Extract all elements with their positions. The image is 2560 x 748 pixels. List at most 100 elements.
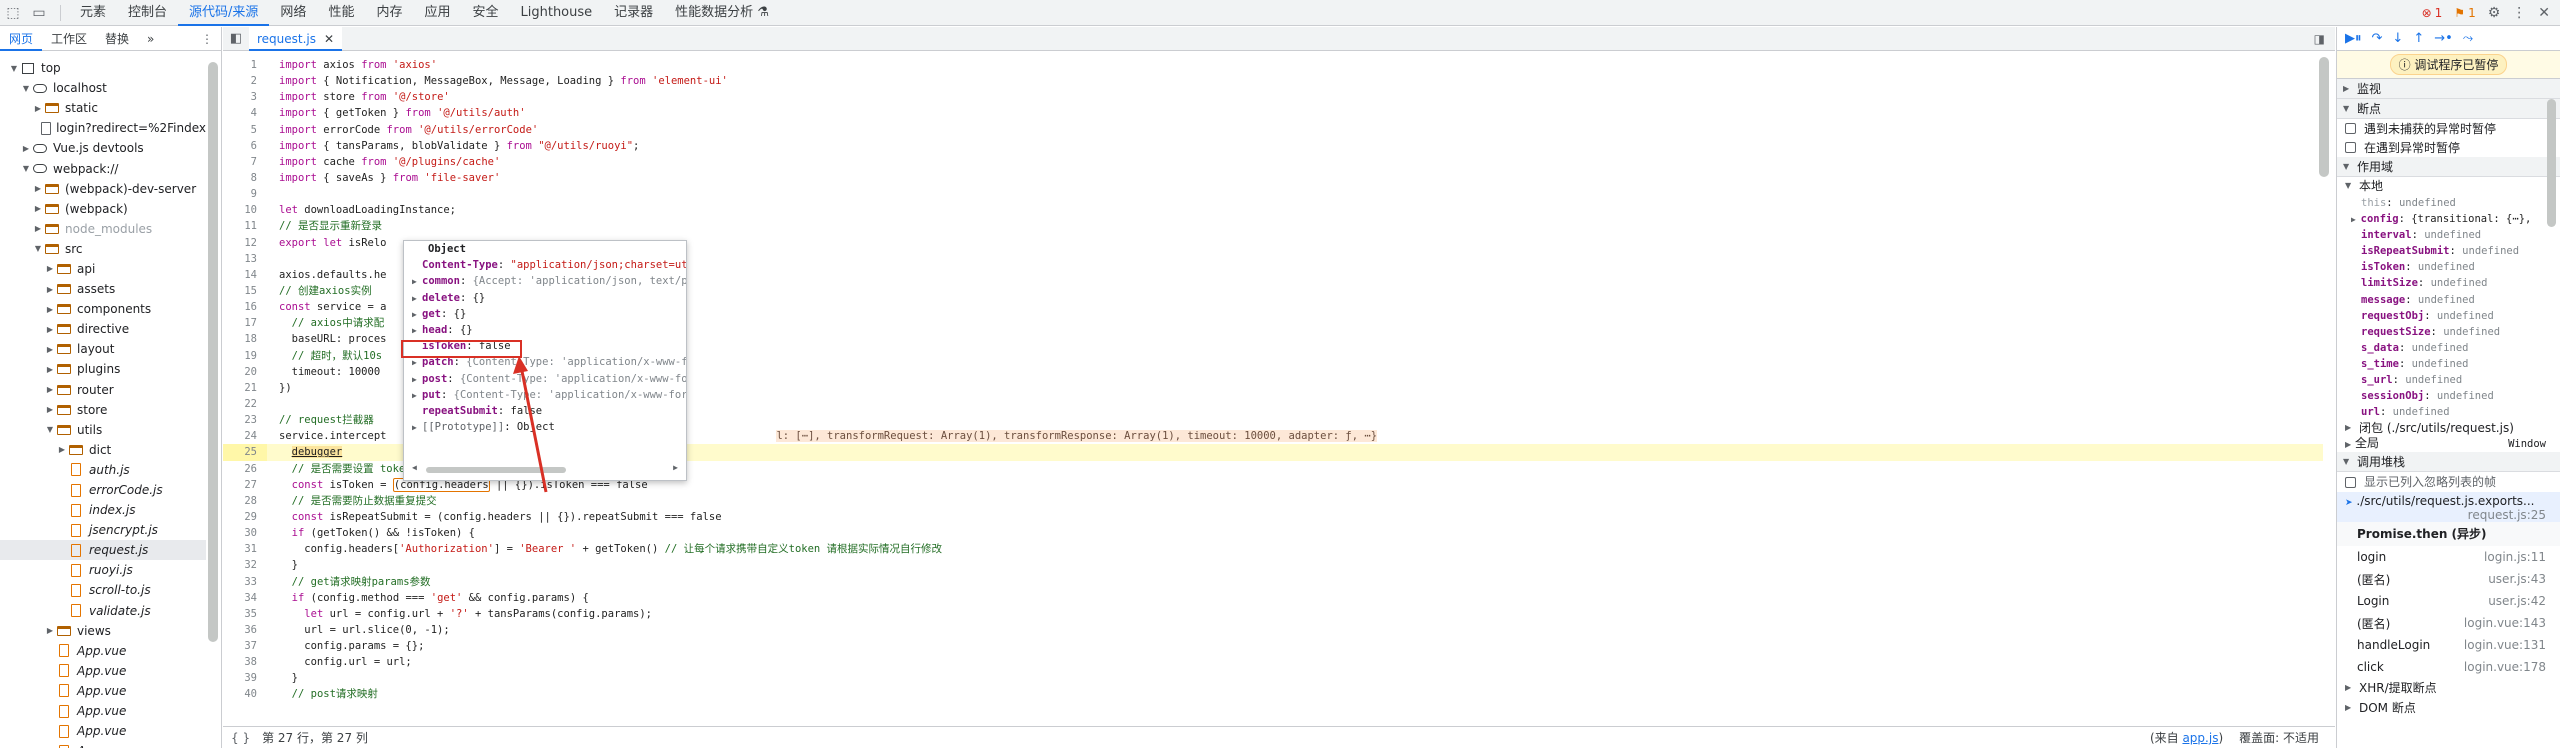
line-number[interactable]: 19 <box>223 348 267 364</box>
pause-uncaught-option[interactable]: 遇到未捕获的异常时暂停 <box>2337 119 2560 138</box>
popover-property-row[interactable]: ▶ put: {Content-Type: 'application/x-www-… <box>404 387 686 403</box>
line-number[interactable]: 36 <box>223 622 267 638</box>
scope-variable[interactable]: s_data: undefined <box>2337 340 2560 356</box>
tree-item[interactable]: ▶ router <box>0 380 206 400</box>
scope-variable[interactable]: limitSize: undefined <box>2337 275 2560 291</box>
tree-item[interactable]: ▶ api <box>0 259 206 279</box>
scope-variable[interactable]: message: undefined <box>2337 292 2560 308</box>
code-line[interactable]: 32 } <box>223 557 2323 573</box>
line-number[interactable]: 32 <box>223 557 267 573</box>
step-out-icon[interactable]: ↑ <box>2413 31 2424 46</box>
tree-item[interactable]: ▶ directive <box>0 319 206 339</box>
panel-tab[interactable]: 记录器 <box>603 0 664 26</box>
tree-item[interactable]: auth.js <box>0 460 206 480</box>
tree-item[interactable]: ▶ components <box>0 299 206 319</box>
scroll-left-icon[interactable]: ◀ <box>412 463 417 472</box>
panel-tab[interactable]: 元素 <box>69 0 117 26</box>
line-number[interactable]: 31 <box>223 541 267 557</box>
scope-variable[interactable]: sessionObj: undefined <box>2337 388 2560 404</box>
tree-item[interactable]: ▶ plugins <box>0 359 206 379</box>
scope-local[interactable]: ▼ 本地 <box>2337 177 2560 195</box>
popover-hscrollbar[interactable]: ◀ ▶ <box>412 463 678 474</box>
pause-caught-checkbox[interactable] <box>2345 142 2356 153</box>
show-ignored-frames-option[interactable]: 显示已列入忽略列表的帧 <box>2337 472 2560 492</box>
callstack-frame[interactable]: Login user.js:42 <box>2337 590 2560 612</box>
line-number[interactable]: 11 <box>223 218 267 234</box>
popover-property-row[interactable]: ▶ delete: {} <box>404 290 686 306</box>
code-line[interactable]: 1 import axios from 'axios' <box>223 57 2323 73</box>
error-count-badge[interactable]: ⊗ 1 <box>2422 6 2443 20</box>
warning-count-badge[interactable]: ⚑ 1 <box>2454 6 2475 20</box>
code-line[interactable]: 2 import { Notification, MessageBox, Mess… <box>223 73 2323 89</box>
tree-item[interactable]: ▼ webpack:// <box>0 158 206 178</box>
tree-item[interactable]: ▶ Vue.js devtools <box>0 138 206 158</box>
line-number[interactable]: 15 <box>223 283 267 299</box>
show-ignored-frames-checkbox[interactable] <box>2345 476 2356 488</box>
line-number[interactable]: 13 <box>223 251 267 267</box>
line-number[interactable]: 28 <box>223 493 267 509</box>
line-number[interactable]: 24 <box>223 428 267 444</box>
source-origin-link[interactable]: app.js <box>2182 731 2218 745</box>
line-number[interactable]: 14 <box>223 267 267 283</box>
popover-property-row[interactable]: ▶ [[Prototype]]: Object <box>404 419 686 435</box>
popover-property-row[interactable]: ▶ post: {Content-Type: 'application/x-www… <box>404 371 686 387</box>
panel-tab[interactable]: 源代码/来源 <box>178 0 270 26</box>
close-tab-icon[interactable]: ✕ <box>324 27 334 49</box>
tree-item[interactable]: ▼ localhost <box>0 78 206 98</box>
line-number[interactable]: 2 <box>223 73 267 89</box>
tree-item[interactable]: scroll-to.js <box>0 580 206 600</box>
tree-item[interactable]: login?redirect=%2Findex <box>0 118 206 138</box>
line-number[interactable]: 7 <box>223 154 267 170</box>
callstack-frame[interactable]: login login.js:11 <box>2337 546 2560 568</box>
line-number[interactable]: 5 <box>223 122 267 138</box>
popover-property-row[interactable]: ▶ head: {} <box>404 322 686 338</box>
tree-item[interactable]: App.vue <box>0 741 206 748</box>
popover-property-row[interactable]: ▶ common: {Accept: 'application/json, tex… <box>404 273 686 289</box>
navigator-scrollbar[interactable] <box>208 62 218 642</box>
tree-item[interactable]: ▶ (webpack)-dev-server <box>0 179 206 199</box>
code-line[interactable]: 8 import { saveAs } from 'file-saver' <box>223 170 2323 186</box>
code-line[interactable]: 10 let downloadLoadingInstance; <box>223 202 2323 218</box>
code-line[interactable]: 11 // 是否显示重新登录 <box>223 218 2323 234</box>
line-number[interactable]: 30 <box>223 525 267 541</box>
scope-variable[interactable]: interval: undefined <box>2337 227 2560 243</box>
code-line[interactable]: 7 import cache from '@/plugins/cache' <box>223 154 2323 170</box>
tree-item[interactable]: App.vue <box>0 701 206 721</box>
section-xhr-breakpoints[interactable]: ▶ XHR/提取断点 <box>2337 678 2560 698</box>
tree-item[interactable]: ▶ dict <box>0 440 206 460</box>
code-line[interactable]: 34 if (config.method === 'get' && config… <box>223 590 2323 606</box>
line-number[interactable]: 4 <box>223 105 267 121</box>
panel-tab[interactable]: 内存 <box>365 0 413 26</box>
scope-variable[interactable]: s_time: undefined <box>2337 356 2560 372</box>
callstack-frame[interactable]: (匿名) login.vue:143 <box>2337 612 2560 634</box>
code-line[interactable]: 39 } <box>223 670 2323 686</box>
inspect-element-icon[interactable]: ⬚ <box>0 0 26 26</box>
resume-icon[interactable]: ▶⏸ <box>2345 31 2362 46</box>
step-into-icon[interactable]: ↓ <box>2392 31 2403 46</box>
line-number[interactable]: 21 <box>223 380 267 396</box>
code-line[interactable]: 38 config.url = url; <box>223 654 2323 670</box>
code-line[interactable]: 35 let url = config.url + '?' + tansPara… <box>223 606 2323 622</box>
tree-item[interactable]: ▶ node_modules <box>0 219 206 239</box>
tree-item[interactable]: request.js <box>0 540 206 561</box>
step-over-icon[interactable]: ↷ <box>2372 31 2383 46</box>
panel-tab[interactable]: Lighthouse <box>510 0 604 26</box>
code-line[interactable]: 33 // get请求映射params参数 <box>223 574 2323 590</box>
tree-item[interactable]: errorCode.js <box>0 480 206 500</box>
code-line[interactable]: 6 import { tansParams, blobValidate } fro… <box>223 138 2323 154</box>
section-callstack[interactable]: ▼ 调用堆栈 <box>2337 452 2560 473</box>
line-number[interactable]: 18 <box>223 331 267 347</box>
line-number[interactable]: 8 <box>223 170 267 186</box>
scope-variable[interactable]: requestSize: undefined <box>2337 324 2560 340</box>
line-number[interactable]: 37 <box>223 638 267 654</box>
tree-item[interactable]: App.vue <box>0 641 206 661</box>
code-line[interactable]: 30 if (getToken() && !isToken) { <box>223 525 2323 541</box>
code-line[interactable]: 29 const isRepeatSubmit = (config.header… <box>223 509 2323 525</box>
tree-item[interactable]: index.js <box>0 500 206 520</box>
tree-item[interactable]: ▶ layout <box>0 339 206 359</box>
tree-item[interactable]: ▼ utils <box>0 420 206 440</box>
pretty-print-icon[interactable]: { } <box>231 731 250 745</box>
toggle-navigator-icon[interactable]: ◧ <box>223 31 249 46</box>
panel-tab[interactable]: 性能 <box>317 0 365 26</box>
code-line[interactable]: 3 import store from '@/store' <box>223 89 2323 105</box>
